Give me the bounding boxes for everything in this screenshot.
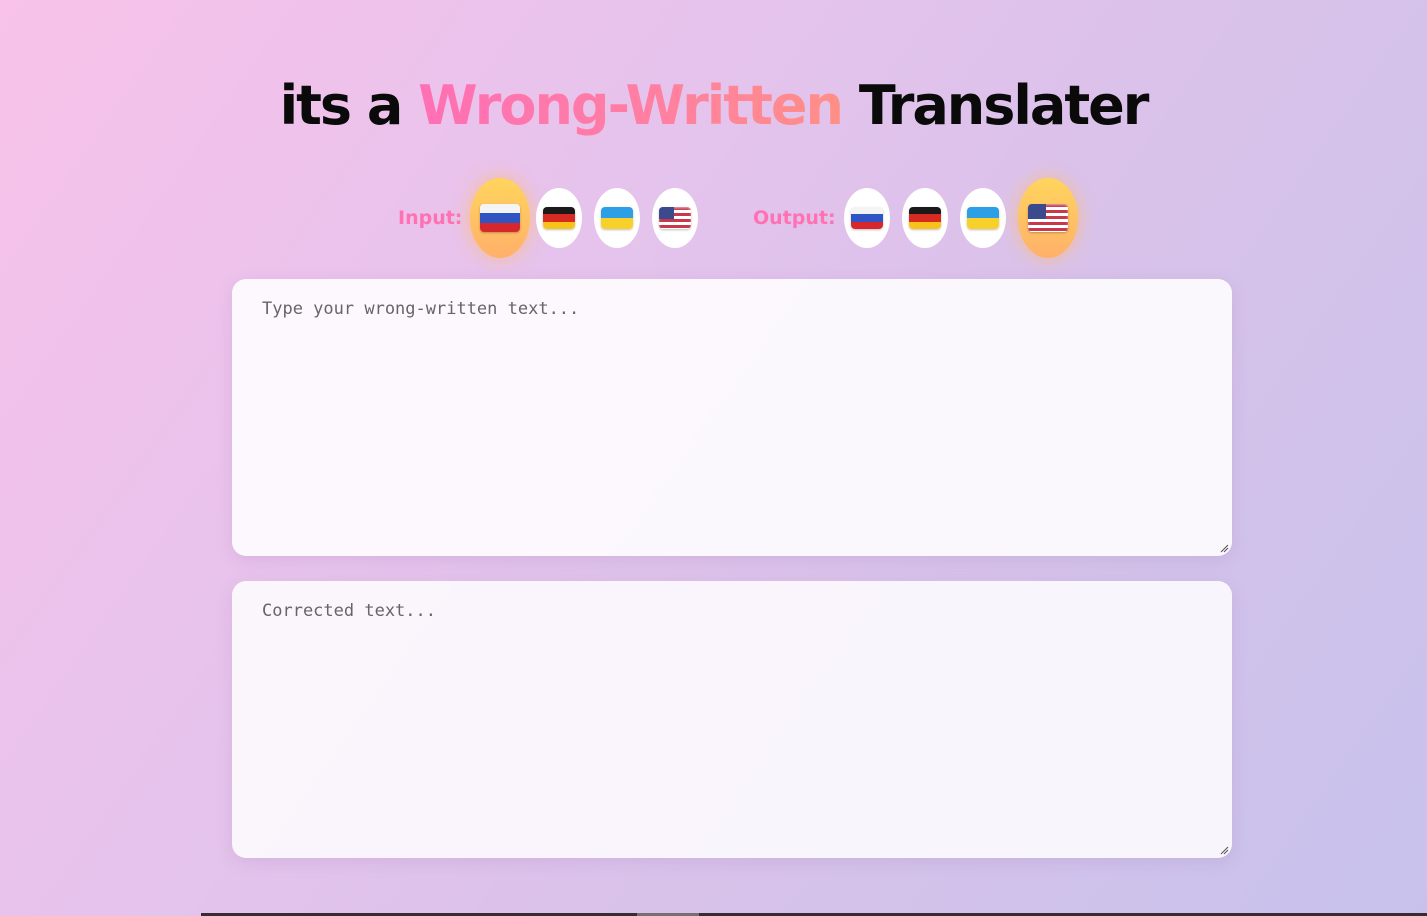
usa-flag-icon (659, 207, 692, 229)
russia-flag-icon (850, 207, 883, 229)
output-lang-german-button[interactable] (901, 188, 948, 248)
ukraine-flag-icon (966, 207, 999, 229)
title-accent: Wrong-Written (418, 74, 844, 137)
output-lang-english-button[interactable] (1017, 178, 1078, 258)
output-language-selector: Output: (753, 178, 1084, 258)
russia-flag-icon (480, 204, 521, 232)
input-lang-german-button[interactable] (536, 188, 583, 248)
germany-flag-icon (543, 207, 576, 229)
output-lang-ukrainian-button[interactable] (959, 188, 1006, 248)
title-prefix: its a (279, 74, 404, 137)
usa-flag-icon (1027, 204, 1068, 232)
input-lang-english-button[interactable] (652, 188, 699, 248)
input-lang-russian-button[interactable] (470, 178, 531, 258)
output-textarea[interactable] (232, 581, 1232, 858)
page-title: its a Wrong-Written Translater (0, 74, 1427, 137)
title-suffix: Translater (858, 74, 1150, 137)
input-textarea[interactable] (232, 279, 1232, 556)
germany-flag-icon (908, 207, 941, 229)
input-language-selector: Input: (398, 178, 710, 258)
output-lang-russian-button[interactable] (843, 188, 890, 248)
input-lang-ukrainian-button[interactable] (594, 188, 641, 248)
output-label: Output: (753, 207, 836, 229)
ukraine-flag-icon (601, 207, 634, 229)
input-label: Input: (398, 207, 463, 229)
